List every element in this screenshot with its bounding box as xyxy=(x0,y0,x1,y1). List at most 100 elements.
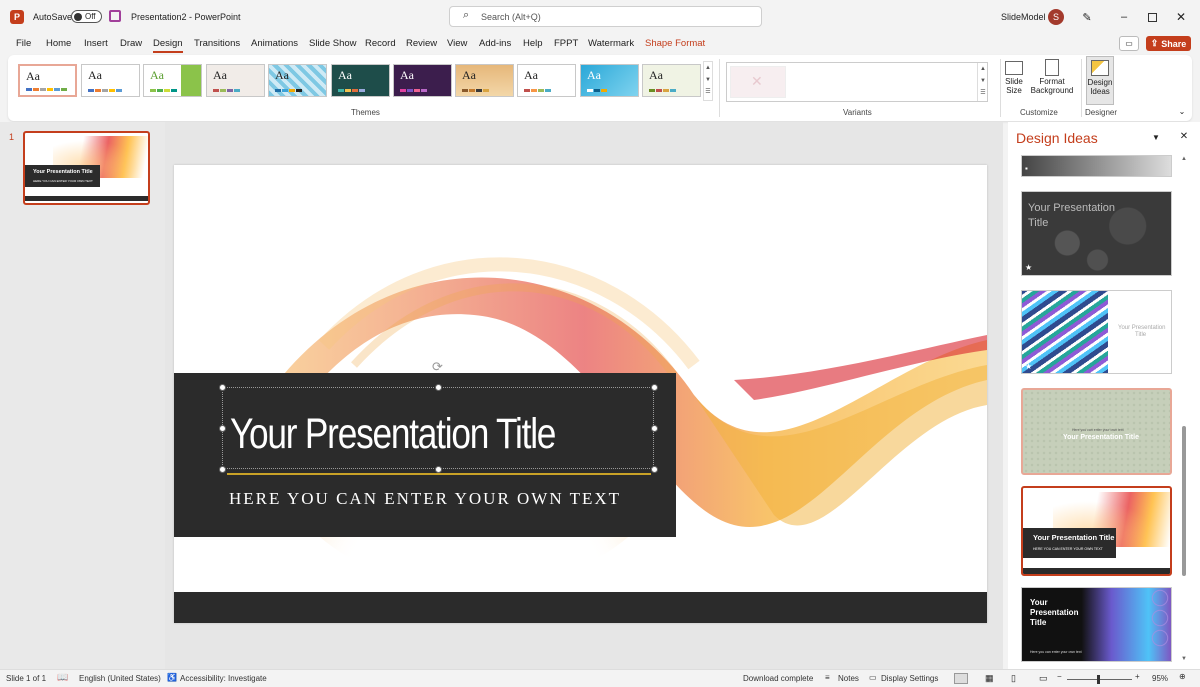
scroll-up-icon[interactable]: ▲ xyxy=(704,62,712,74)
reading-view-icon[interactable]: ▯ xyxy=(1011,673,1016,684)
tab-file[interactable]: File xyxy=(16,38,31,49)
language-status[interactable]: English (United States) xyxy=(79,674,161,683)
theme-11[interactable]: Aa xyxy=(642,64,701,97)
tab-view[interactable]: View xyxy=(447,38,467,49)
maximize-icon[interactable] xyxy=(1145,10,1159,24)
pane-scrollbar[interactable]: ▲ ▼ xyxy=(1181,156,1187,664)
scroll-down-icon[interactable]: ▼ xyxy=(704,74,712,86)
slide-size-button[interactable]: Slide Size xyxy=(1002,59,1026,103)
theme-2[interactable]: Aa xyxy=(81,64,140,97)
zoom-slider-thumb[interactable] xyxy=(1097,675,1100,684)
zoom-slider[interactable] xyxy=(1067,675,1132,684)
more-themes-icon[interactable]: ☰ xyxy=(704,86,712,98)
collapse-ribbon-icon[interactable]: ⌄ xyxy=(1176,105,1188,117)
theme-swatches xyxy=(88,89,122,92)
save-icon[interactable] xyxy=(109,10,121,22)
scroll-down-icon[interactable]: ▼ xyxy=(1181,656,1187,662)
tab-home[interactable]: Home xyxy=(46,38,71,49)
tab-transitions[interactable]: Transitions xyxy=(194,38,240,49)
tab-insert[interactable]: Insert xyxy=(84,38,108,49)
notes-button[interactable]: Notes xyxy=(838,674,859,683)
design-idea-5[interactable]: Your Presentation Title HERE YOU CAN ENT… xyxy=(1021,486,1172,576)
resize-handle[interactable] xyxy=(435,466,442,473)
theme-5[interactable]: Aa xyxy=(268,64,327,97)
resize-handle[interactable] xyxy=(651,466,658,473)
tab-watermark[interactable]: Watermark xyxy=(588,38,634,49)
minimize-icon[interactable]: – xyxy=(1117,10,1131,24)
account-name[interactable]: SlideModel xyxy=(1001,12,1046,22)
search-box[interactable]: ⌕ Search (Alt+Q) xyxy=(449,6,762,27)
theme-9[interactable]: Aa xyxy=(517,64,576,97)
slide-subtitle[interactable]: HERE YOU CAN ENTER YOUR OWN TEXT xyxy=(229,489,621,509)
more-variants-icon[interactable]: ☰ xyxy=(978,87,988,99)
tab-draw[interactable]: Draw xyxy=(120,38,142,49)
tab-slide-show[interactable]: Slide Show xyxy=(309,38,357,49)
format-background-label: Format xyxy=(1039,77,1065,86)
tab-fppt[interactable]: FPPT xyxy=(554,38,578,49)
share-button[interactable]: ⇪ Share xyxy=(1146,36,1191,51)
zoom-out-icon[interactable]: − xyxy=(1057,672,1062,681)
slideshow-icon[interactable]: ▭ xyxy=(1039,673,1048,684)
close-icon[interactable]: ✕ xyxy=(1174,10,1188,24)
design-idea-6[interactable]: Your Presentation Title Here you can ent… xyxy=(1021,587,1172,662)
autosave-toggle[interactable]: Off xyxy=(71,10,102,23)
scroll-up-icon[interactable]: ▲ xyxy=(978,63,988,75)
fit-to-window-icon[interactable]: ⊕ xyxy=(1179,672,1186,681)
display-settings-icon[interactable]: ▭ xyxy=(869,673,877,682)
scroll-thumb[interactable] xyxy=(1182,426,1186,576)
slide[interactable]: Your Presentation Title ⟳ HERE YOU CAN E… xyxy=(174,165,987,623)
idea-title-line1: Your Presentation xyxy=(1028,202,1116,214)
tab-help[interactable]: Help xyxy=(523,38,543,49)
theme-6[interactable]: Aa xyxy=(331,64,390,97)
tab-design[interactable]: Design xyxy=(153,38,183,53)
theme-office[interactable]: Aa xyxy=(18,64,77,97)
scroll-up-icon[interactable]: ▲ xyxy=(1181,156,1187,162)
slide-sorter-icon[interactable]: ▦ xyxy=(985,673,994,684)
theme-10[interactable]: Aa xyxy=(580,64,639,97)
slide-title[interactable]: Your Presentation Title xyxy=(230,410,556,459)
theme-sample: Aa xyxy=(150,68,164,82)
theme-3[interactable]: Aa xyxy=(143,64,202,97)
title-placeholder[interactable]: Your Presentation Title ⟳ xyxy=(219,359,658,475)
theme-7[interactable]: Aa xyxy=(393,64,452,97)
resize-handle[interactable] xyxy=(435,384,442,391)
design-idea-2[interactable]: Your Presentation Title ★ xyxy=(1021,191,1172,276)
variants-gallery[interactable]: ✕ ▲ ▼ ☰ xyxy=(726,62,988,102)
design-idea-4[interactable]: Here you can enter your own text Your Pr… xyxy=(1021,388,1172,475)
display-settings-button[interactable]: Display Settings xyxy=(881,674,938,683)
resize-handle[interactable] xyxy=(219,466,226,473)
scroll-down-icon[interactable]: ▼ xyxy=(978,75,988,87)
notes-icon[interactable]: ≡ xyxy=(825,673,830,682)
pen-icon[interactable]: ✎ xyxy=(1080,10,1094,24)
slide-thumbnail[interactable]: Your Presentation Title HERE YOU CAN ENT… xyxy=(23,131,150,205)
powerpoint-logo-icon: P xyxy=(10,10,24,24)
design-idea-3[interactable]: Your Presentation Title ★ xyxy=(1021,290,1172,374)
idea-title-line2: Presentation xyxy=(1030,608,1079,617)
resize-handle[interactable] xyxy=(651,384,658,391)
zoom-level[interactable]: 95% xyxy=(1152,674,1168,683)
resize-handle[interactable] xyxy=(219,384,226,391)
spelling-icon[interactable]: 📖 xyxy=(57,672,68,683)
ribbon-tabs: File Home Insert Draw Design Transitions… xyxy=(0,34,1200,54)
resize-handle[interactable] xyxy=(219,425,226,432)
comments-icon[interactable]: ▭ xyxy=(1119,36,1139,51)
tab-add-ins[interactable]: Add-ins xyxy=(479,38,511,49)
normal-view-icon[interactable] xyxy=(954,673,968,684)
format-background-button[interactable]: Format Background xyxy=(1029,59,1075,103)
design-idea-1[interactable]: ▪ xyxy=(1021,155,1172,177)
resize-handle[interactable] xyxy=(651,425,658,432)
tab-shape-format[interactable]: Shape Format xyxy=(645,38,705,49)
ribbon: Aa Aa Aa Aa Aa Aa Aa Aa Aa Aa Aa ▲ ▼ ☰ T… xyxy=(8,55,1192,121)
rotate-handle[interactable]: ⟳ xyxy=(432,359,443,375)
zoom-in-icon[interactable]: + xyxy=(1135,672,1140,681)
avatar[interactable]: S xyxy=(1048,9,1064,25)
tab-animations[interactable]: Animations xyxy=(251,38,298,49)
close-pane-icon[interactable]: ✕ xyxy=(1178,130,1190,142)
design-ideas-button[interactable]: Design Ideas xyxy=(1086,56,1114,105)
accessibility-status[interactable]: Accessibility: Investigate xyxy=(180,674,267,683)
pane-options-icon[interactable]: ▼ xyxy=(1150,131,1162,143)
theme-8[interactable]: Aa xyxy=(455,64,514,97)
tab-review[interactable]: Review xyxy=(406,38,437,49)
theme-4[interactable]: Aa xyxy=(206,64,265,97)
tab-record[interactable]: Record xyxy=(365,38,396,49)
